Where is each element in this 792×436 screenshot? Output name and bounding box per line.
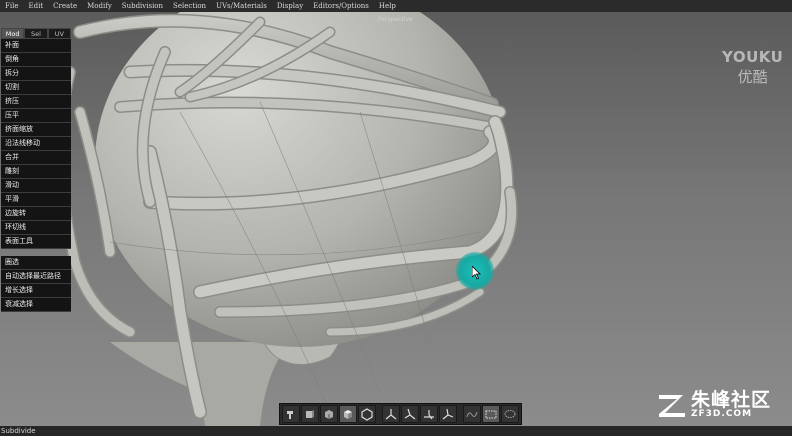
- mouse-cursor-icon: [472, 266, 481, 280]
- menu-help[interactable]: Help: [374, 2, 401, 10]
- axis-tripod-flat-button[interactable]: [420, 405, 438, 423]
- cube-shaded-icon: [344, 410, 352, 419]
- marquee-rect-button[interactable]: [482, 405, 500, 423]
- viewport-label: Perspective: [378, 16, 413, 23]
- zf3d-name: 朱峰社区: [691, 389, 772, 411]
- tool-button[interactable]: 环切线: [1, 221, 71, 235]
- zf3d-watermark: 朱峰社区 ZF3D.COM: [657, 391, 771, 419]
- axis-tripod-side-button[interactable]: [439, 405, 457, 423]
- youku-watermark: YOUKU 优酷: [722, 48, 783, 87]
- lasso-dashed-icon: [504, 410, 516, 418]
- lasso-dashed-button[interactable]: [501, 405, 519, 423]
- menu-uvs-materials[interactable]: UVs/Materials: [211, 2, 272, 10]
- menu-subdivision[interactable]: Subdivision: [117, 2, 168, 10]
- selection-tool-button[interactable]: 自动选择最近路径: [1, 270, 71, 284]
- cube-front-button[interactable]: [301, 405, 319, 423]
- axis-tripod-tilt-button[interactable]: [401, 405, 419, 423]
- tool-button[interactable]: 切割: [1, 81, 71, 95]
- axis-tripod-button[interactable]: [382, 405, 400, 423]
- cube-side-icon: [325, 410, 333, 419]
- tool-button[interactable]: 挤面缩放: [1, 123, 71, 137]
- tool-panel: Mod Sel UV 补面 倒角 拆分 切割 挤压 压平 挤面缩放 沿法线移动 合并 雕刻 滑动 平滑 边旋…: [1, 28, 71, 312]
- tab-uv[interactable]: UV: [47, 28, 71, 39]
- viewport-toolbar: [279, 403, 522, 425]
- 3d-viewport[interactable]: Perspective YOUKU 优酷: [0, 12, 792, 426]
- status-bar: Subdivide: [0, 426, 792, 436]
- lasso-curve-button[interactable]: [463, 405, 481, 423]
- tool-button[interactable]: 拆分: [1, 67, 71, 81]
- zf3d-logo-icon: [659, 395, 685, 417]
- menu-edit[interactable]: Edit: [23, 2, 48, 10]
- hexagon-button[interactable]: [358, 405, 376, 423]
- menu-bar: File Edit Create Modify Subdivision Selection…: [0, 0, 792, 12]
- youku-logo-text: YOUKU: [722, 48, 784, 66]
- tool-button[interactable]: 倒角: [1, 53, 71, 67]
- marquee-rect-icon: [485, 410, 497, 419]
- tool-button[interactable]: 合并: [1, 151, 71, 165]
- tool-button[interactable]: 边旋转: [1, 207, 71, 221]
- axis-tripod-side-icon: [442, 408, 454, 420]
- selection-tool-button[interactable]: 衰减选择: [1, 298, 71, 312]
- axis-tripod-tilt-icon: [404, 408, 416, 420]
- tool-list: 补面 倒角 拆分 切割 挤压 压平 挤面缩放 沿法线移动 合并 雕刻 滑动 平滑 边旋转 环切线 表面工具: [1, 39, 71, 249]
- tool-button[interactable]: 沿法线移动: [1, 137, 71, 151]
- menu-selection[interactable]: Selection: [168, 2, 211, 10]
- selection-tool-list: 圈选 自动选择最近路径 增长选择 衰减选择: [1, 256, 71, 312]
- youku-logo-cn: 优酷: [737, 68, 768, 86]
- zf3d-domain: ZF3D.COM: [691, 409, 753, 419]
- tab-mod[interactable]: Mod: [1, 28, 25, 39]
- status-text: Subdivide: [1, 427, 36, 435]
- menu-editors-options[interactable]: Editors/Options: [308, 2, 374, 10]
- tool-button[interactable]: 挤压: [1, 95, 71, 109]
- tool-button[interactable]: 平滑: [1, 193, 71, 207]
- selection-tool-button[interactable]: 圈选: [1, 256, 71, 270]
- sculpt-model: [55, 12, 518, 426]
- cube-side-button[interactable]: [320, 405, 338, 423]
- tool-button[interactable]: 压平: [1, 109, 71, 123]
- tool-button[interactable]: 补面: [1, 39, 71, 53]
- cube-shaded-button[interactable]: [339, 405, 357, 423]
- mode-tabs: Mod Sel UV: [1, 28, 71, 39]
- tool-button[interactable]: 雕刻: [1, 165, 71, 179]
- tab-sel[interactable]: Sel: [24, 28, 48, 39]
- lasso-curve-icon: [466, 411, 478, 418]
- menu-file[interactable]: File: [0, 2, 23, 10]
- axis-tripod-flat-icon: [424, 410, 434, 420]
- cube-front-icon: [306, 410, 314, 418]
- tool-button[interactable]: 表面工具: [1, 235, 71, 249]
- menu-display[interactable]: Display: [272, 2, 308, 10]
- hammer-icon: [287, 411, 293, 419]
- menu-create[interactable]: Create: [48, 2, 82, 10]
- tool-button[interactable]: 滑动: [1, 179, 71, 193]
- menu-modify[interactable]: Modify: [82, 2, 117, 10]
- hammer-button[interactable]: [282, 405, 300, 423]
- selection-tool-button[interactable]: 增长选择: [1, 284, 71, 298]
- hexagon-icon: [361, 408, 373, 421]
- axis-tripod-icon: [385, 409, 397, 420]
